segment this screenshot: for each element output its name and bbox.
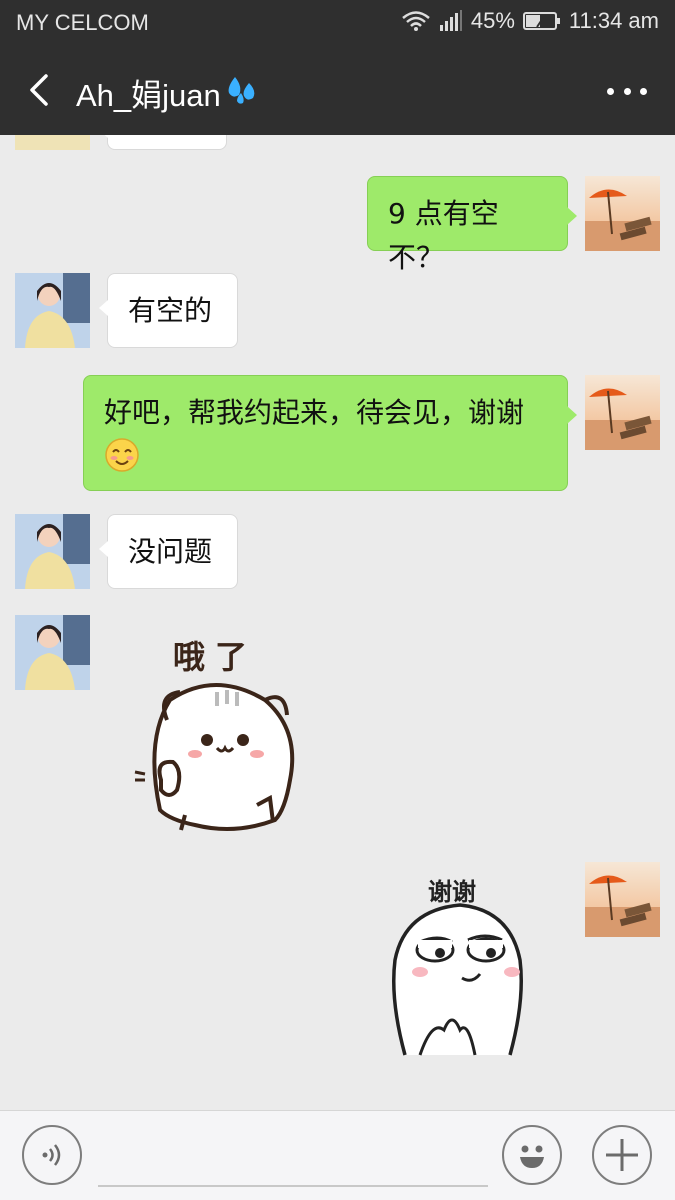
message-text: 9 点有空不？ bbox=[388, 197, 499, 274]
battery-icon bbox=[522, 11, 561, 31]
round-face-thanks-sticker[interactable]: 谢谢 bbox=[380, 870, 535, 1060]
voice-button[interactable] bbox=[22, 1125, 82, 1185]
my-avatar[interactable] bbox=[585, 862, 660, 937]
signal-icon bbox=[439, 10, 463, 32]
emoji-button[interactable] bbox=[502, 1125, 562, 1185]
message-bubble-incoming[interactable]: 有空的 bbox=[99, 273, 238, 348]
message-text: 好吧，帮我约起来，待会见，谢谢 bbox=[104, 396, 525, 429]
chevron-left-icon bbox=[30, 74, 48, 106]
contact-avatar[interactable] bbox=[15, 135, 90, 150]
more-dots-icon bbox=[607, 87, 614, 95]
person-avatar-icon bbox=[15, 514, 90, 589]
voice-icon bbox=[42, 1144, 61, 1166]
plus-icon bbox=[606, 1139, 638, 1171]
contact-avatar[interactable] bbox=[15, 514, 90, 589]
beach-umbrella-avatar-icon bbox=[585, 375, 660, 450]
message-text: 有空的 bbox=[128, 294, 213, 327]
status-right: 45% 11:34 am bbox=[401, 8, 659, 34]
wifi-icon bbox=[401, 10, 431, 32]
person-avatar-icon bbox=[15, 615, 90, 690]
message-bubble-outgoing[interactable]: 9 点有空不？ bbox=[367, 176, 577, 274]
message-bubble-outgoing[interactable]: 好吧，帮我约起来，待会见，谢谢 bbox=[83, 375, 577, 491]
carrier-label: MY CELCOM bbox=[16, 10, 149, 35]
contact-avatar[interactable] bbox=[15, 273, 90, 348]
status-bar: MY CELCOM 45% 11:34 am bbox=[0, 0, 675, 46]
more-button[interactable] bbox=[607, 76, 647, 106]
message-bubble-incoming[interactable]: 没问题 bbox=[99, 514, 238, 589]
my-avatar[interactable] bbox=[585, 375, 660, 450]
message-bubble-incoming[interactable] bbox=[99, 135, 227, 150]
my-avatar[interactable] bbox=[585, 176, 660, 251]
sticker-caption: 谢谢 bbox=[428, 878, 476, 906]
more-actions-button[interactable] bbox=[592, 1125, 652, 1185]
input-bar bbox=[0, 1110, 675, 1200]
back-button[interactable] bbox=[20, 70, 60, 110]
battery-percent: 45% bbox=[470, 8, 515, 33]
clock: 11:34 am bbox=[568, 8, 659, 33]
message-input[interactable] bbox=[98, 1131, 488, 1187]
emoji-face-icon bbox=[520, 1145, 544, 1168]
contact-avatar[interactable] bbox=[15, 615, 90, 690]
blush-smile-emoji bbox=[104, 437, 140, 486]
sweat-droplets-emoji bbox=[225, 73, 261, 113]
message-text: 没问题 bbox=[128, 535, 213, 568]
person-avatar-icon bbox=[15, 273, 90, 348]
contact-name: Ah_娟juan bbox=[76, 78, 221, 113]
chat-title: Ah_娟juan bbox=[76, 70, 261, 115]
chat-header: Ah_娟juan bbox=[0, 46, 675, 135]
chat-area[interactable]: 9 点有空不？ 有空的 好吧，帮我约起来，待会见，谢谢 没问题 哦了 谢谢 bbox=[0, 135, 675, 1110]
cat-ok-hand-sticker[interactable]: 哦了 bbox=[125, 630, 315, 840]
beach-umbrella-avatar-icon bbox=[585, 176, 660, 251]
sticker-caption: 哦了 bbox=[173, 638, 258, 676]
beach-umbrella-avatar-icon bbox=[585, 862, 660, 937]
